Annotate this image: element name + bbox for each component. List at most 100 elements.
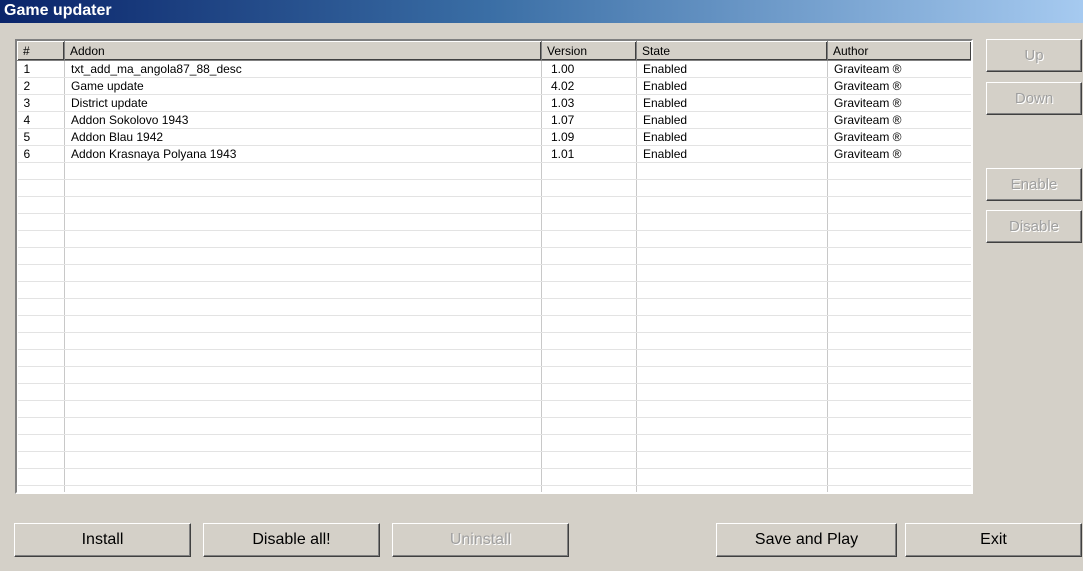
empty-cell: [64, 281, 542, 299]
cell-author: Graviteam ®: [827, 60, 971, 78]
empty-cell: [17, 315, 65, 333]
table-row[interactable]: 1 txt_add_ma_angola87_88_desc 1.00 Enabl…: [17, 60, 971, 78]
empty-cell: [636, 468, 828, 486]
empty-cell: [17, 179, 65, 197]
empty-cell: [64, 230, 542, 248]
empty-cell: [64, 349, 542, 367]
cell-state: Enabled: [636, 111, 828, 129]
empty-cell: [827, 179, 971, 197]
empty-cell: [636, 417, 828, 435]
empty-table-row: [17, 417, 971, 435]
empty-table-row: [17, 400, 971, 418]
empty-cell: [17, 417, 65, 435]
cell-version: 1.03: [541, 94, 637, 112]
cell-author: Graviteam ®: [827, 77, 971, 95]
empty-cell: [827, 264, 971, 282]
empty-table-row: [17, 230, 971, 248]
empty-cell: [827, 332, 971, 350]
empty-cell: [636, 179, 828, 197]
empty-cell: [17, 264, 65, 282]
empty-table-row: [17, 196, 971, 214]
cell-number: 1: [17, 60, 65, 78]
column-header-number[interactable]: #: [17, 41, 65, 61]
empty-table-row: [17, 366, 971, 384]
empty-cell: [636, 196, 828, 214]
empty-cell: [17, 434, 65, 452]
empty-table-row: [17, 451, 971, 469]
empty-cell: [64, 383, 542, 401]
empty-cell: [541, 264, 637, 282]
table-row[interactable]: 3 District update 1.03 Enabled Graviteam…: [17, 94, 971, 112]
addon-list[interactable]: # Addon Version State Author 1 txt_add_m…: [15, 39, 973, 494]
cell-state: Enabled: [636, 128, 828, 146]
empty-table-row: [17, 264, 971, 282]
column-header-version[interactable]: Version: [541, 41, 637, 61]
cell-version: 1.07: [541, 111, 637, 129]
cell-addon: txt_add_ma_angola87_88_desc: [64, 60, 542, 78]
empty-cell: [541, 485, 637, 492]
table-row[interactable]: 5 Addon Blau 1942 1.09 Enabled Graviteam…: [17, 128, 971, 146]
empty-cell: [64, 298, 542, 316]
cell-addon: District update: [64, 94, 542, 112]
down-button[interactable]: Down: [986, 82, 1082, 115]
empty-cell: [64, 162, 542, 180]
empty-cell: [636, 485, 828, 492]
empty-cell: [541, 213, 637, 231]
cell-addon: Addon Krasnaya Polyana 1943: [64, 145, 542, 163]
empty-cell: [64, 400, 542, 418]
empty-cell: [541, 196, 637, 214]
empty-cell: [827, 383, 971, 401]
cell-state: Enabled: [636, 145, 828, 163]
table-row[interactable]: 4 Addon Sokolovo 1943 1.07 Enabled Gravi…: [17, 111, 971, 129]
save-and-play-button[interactable]: Save and Play: [716, 523, 897, 557]
up-button[interactable]: Up: [986, 39, 1082, 72]
column-header-addon[interactable]: Addon: [64, 41, 542, 61]
empty-cell: [827, 417, 971, 435]
empty-cell: [17, 383, 65, 401]
empty-cell: [541, 162, 637, 180]
empty-cell: [17, 366, 65, 384]
cell-number: 6: [17, 145, 65, 163]
cell-number: 2: [17, 77, 65, 95]
table-row[interactable]: 2 Game update 4.02 Enabled Graviteam ®: [17, 77, 971, 95]
empty-cell: [17, 485, 65, 492]
empty-cell: [64, 264, 542, 282]
empty-cell: [636, 366, 828, 384]
enable-button[interactable]: Enable: [986, 168, 1082, 201]
exit-button[interactable]: Exit: [905, 523, 1082, 557]
disable-all-button[interactable]: Disable all!: [203, 523, 380, 557]
empty-cell: [827, 230, 971, 248]
empty-cell: [827, 485, 971, 492]
install-button[interactable]: Install: [14, 523, 191, 557]
empty-cell: [541, 366, 637, 384]
empty-cell: [64, 485, 542, 492]
empty-cell: [64, 468, 542, 486]
empty-cell: [636, 162, 828, 180]
uninstall-button[interactable]: Uninstall: [392, 523, 569, 557]
cell-addon: Addon Sokolovo 1943: [64, 111, 542, 129]
empty-cell: [636, 332, 828, 350]
empty-table-row: [17, 349, 971, 367]
empty-cell: [827, 468, 971, 486]
empty-cell: [541, 451, 637, 469]
empty-cell: [827, 400, 971, 418]
empty-cell: [64, 213, 542, 231]
column-header-state[interactable]: State: [636, 41, 828, 61]
cell-number: 4: [17, 111, 65, 129]
cell-version: 1.01: [541, 145, 637, 163]
table-row[interactable]: 6 Addon Krasnaya Polyana 1943 1.01 Enabl…: [17, 145, 971, 163]
empty-cell: [541, 434, 637, 452]
empty-cell: [636, 230, 828, 248]
empty-cell: [17, 247, 65, 265]
empty-table-row: [17, 247, 971, 265]
empty-cell: [64, 434, 542, 452]
window-title: Game updater: [0, 0, 1083, 23]
empty-cell: [827, 366, 971, 384]
column-header-author[interactable]: Author: [827, 41, 971, 61]
empty-cell: [827, 213, 971, 231]
cell-number: 5: [17, 128, 65, 146]
empty-cell: [17, 281, 65, 299]
cell-author: Graviteam ®: [827, 145, 971, 163]
disable-button[interactable]: Disable: [986, 210, 1082, 243]
cell-addon: Addon Blau 1942: [64, 128, 542, 146]
